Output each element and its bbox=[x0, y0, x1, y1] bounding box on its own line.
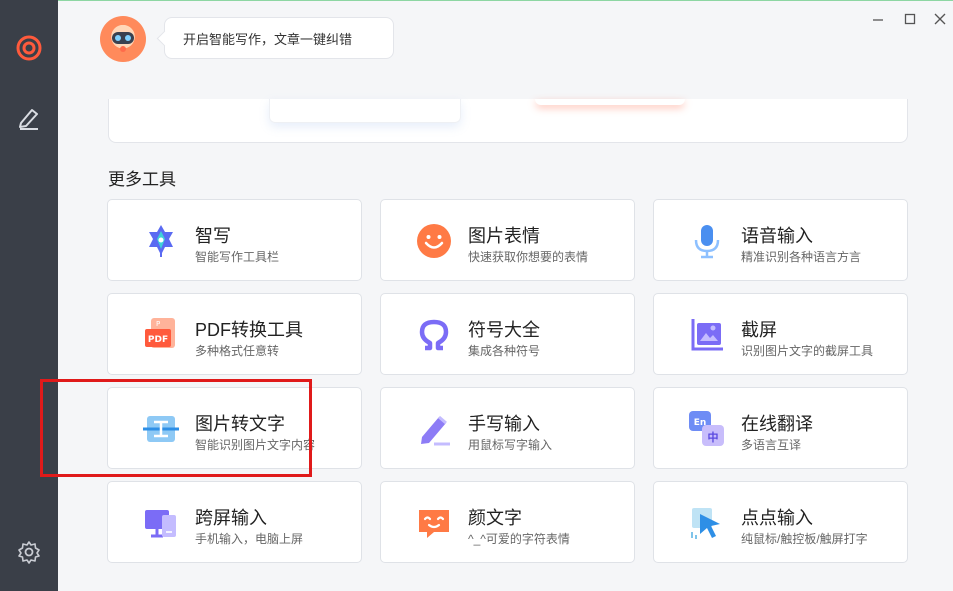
tool-subtitle: ^_^可爱的字符表情 bbox=[468, 532, 570, 546]
smiley-icon bbox=[415, 222, 453, 260]
tool-title: 图片转文字 bbox=[195, 414, 285, 434]
svg-text:P: P bbox=[156, 320, 160, 328]
ocr-icon bbox=[142, 410, 180, 448]
tool-card-cross-screen[interactable]: 跨屏输入 手机输入，电脑上屏 bbox=[107, 481, 362, 563]
tool-subtitle: 精准识别各种语言方言 bbox=[741, 250, 862, 264]
sidebar bbox=[0, 0, 58, 591]
tool-card-kaomoji[interactable]: 颜文字 ^_^可爱的字符表情 bbox=[380, 481, 635, 563]
main-panel: 开启智能写作，文章一键纠错 更多工具 智写 智能写作工具栏 图片表情 快速获取你… bbox=[58, 0, 953, 591]
tool-subtitle: 纯鼠标/触控板/触屏打字 bbox=[741, 532, 868, 546]
tool-title: 截屏 bbox=[741, 320, 777, 340]
feature-banner-card bbox=[108, 99, 908, 143]
tool-title: 在线翻译 bbox=[741, 414, 813, 434]
cursor-click-icon bbox=[688, 504, 726, 542]
mascot-avatar[interactable] bbox=[100, 16, 146, 62]
cross-screen-icon bbox=[142, 504, 180, 542]
kaomoji-icon bbox=[415, 504, 453, 542]
tip-bubble[interactable]: 开启智能写作，文章一键纠错 bbox=[164, 17, 394, 59]
tool-card-click-input[interactable]: 点点输入 纯鼠标/触控板/触屏打字 bbox=[653, 481, 908, 563]
minimize-button[interactable] bbox=[870, 11, 886, 27]
tool-card-voice-input[interactable]: 语音输入 精准识别各种语言方言 bbox=[653, 199, 908, 281]
app-logo-icon[interactable] bbox=[14, 33, 44, 63]
tool-title: 语音输入 bbox=[741, 226, 813, 246]
svg-text:PDF: PDF bbox=[148, 335, 168, 345]
settings-gear-icon[interactable] bbox=[14, 537, 44, 567]
tool-subtitle: 智能写作工具栏 bbox=[195, 250, 280, 264]
tool-subtitle: 集成各种符号 bbox=[468, 344, 541, 358]
translate-badge-zh: 中 bbox=[708, 430, 719, 444]
screenshot-icon bbox=[688, 316, 726, 354]
tip-text: 开启智能写作，文章一键纠错 bbox=[183, 31, 353, 47]
microphone-icon bbox=[688, 222, 726, 260]
tool-title: 点点输入 bbox=[741, 508, 813, 528]
omega-icon bbox=[415, 316, 453, 354]
tool-title: PDF转换工具 bbox=[195, 320, 303, 340]
tool-title: 跨屏输入 bbox=[195, 508, 267, 528]
tool-title: 手写输入 bbox=[468, 414, 540, 434]
tool-card-translate[interactable]: En 中 在线翻译 多语言互译 bbox=[653, 387, 908, 469]
translate-icon: En 中 bbox=[688, 410, 726, 448]
tool-subtitle: 多语言互译 bbox=[741, 438, 802, 452]
maximize-button[interactable] bbox=[902, 11, 918, 27]
tool-card-image-to-text[interactable]: 图片转文字 智能识别图片文字内容 bbox=[107, 387, 362, 469]
tool-card-handwriting[interactable]: 手写输入 用鼠标写字输入 bbox=[380, 387, 635, 469]
writing-pen-icon[interactable] bbox=[14, 103, 44, 133]
ai-write-icon bbox=[142, 222, 180, 260]
section-title: 更多工具 bbox=[108, 170, 176, 189]
tool-card-ai-write[interactable]: 智写 智能写作工具栏 bbox=[107, 199, 362, 281]
tool-title: 智写 bbox=[195, 226, 231, 246]
pencil-icon bbox=[415, 410, 453, 448]
tool-subtitle: 识别图片文字的截屏工具 bbox=[741, 344, 874, 358]
translate-badge-en: En bbox=[694, 418, 707, 428]
tool-card-screenshot[interactable]: 截屏 识别图片文字的截屏工具 bbox=[653, 293, 908, 375]
tool-subtitle: 快速获取你想要的表情 bbox=[468, 250, 589, 264]
tool-subtitle: 手机输入，电脑上屏 bbox=[195, 532, 304, 546]
tool-card-pdf[interactable]: PDF P PDF转换工具 多种格式任意转 bbox=[107, 293, 362, 375]
tool-subtitle: 多种格式任意转 bbox=[195, 344, 280, 358]
banner-button-glow bbox=[535, 99, 685, 105]
tool-subtitle: 用鼠标写字输入 bbox=[468, 438, 553, 452]
tool-title: 颜文字 bbox=[468, 508, 522, 528]
pdf-icon: PDF P bbox=[142, 316, 180, 354]
banner-button-shadow bbox=[269, 99, 461, 123]
tool-subtitle: 智能识别图片文字内容 bbox=[195, 438, 316, 452]
close-button[interactable] bbox=[932, 11, 948, 27]
tool-title: 图片表情 bbox=[468, 226, 540, 246]
tool-title: 符号大全 bbox=[468, 320, 540, 340]
tool-card-symbols[interactable]: 符号大全 集成各种符号 bbox=[380, 293, 635, 375]
tool-card-image-emoji[interactable]: 图片表情 快速获取你想要的表情 bbox=[380, 199, 635, 281]
